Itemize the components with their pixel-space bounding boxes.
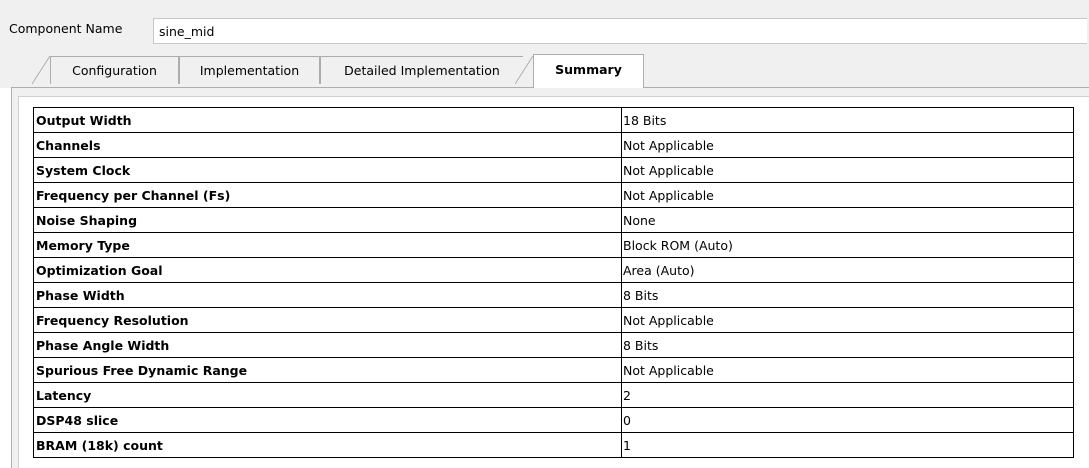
summary-value: 8 Bits <box>621 332 1074 358</box>
summary-key: DSP48 slice <box>33 407 622 433</box>
summary-value: Not Applicable <box>621 307 1074 333</box>
summary-value: 2 <box>621 382 1074 408</box>
table-row: DSP48 slice 0 <box>33 407 1074 433</box>
table-row: Latency 2 <box>33 382 1074 408</box>
summary-key: Channels <box>33 132 622 158</box>
summary-value: Area (Auto) <box>621 257 1074 283</box>
tab-edge-left <box>32 56 50 84</box>
summary-value: 18 Bits <box>621 107 1074 133</box>
tab-summary[interactable]: Summary <box>533 54 644 88</box>
tab-detailed-implementation[interactable]: Detailed Implementation <box>320 56 523 84</box>
table-row: Optimization Goal Area (Auto) <box>33 257 1074 283</box>
summary-value: None <box>621 207 1074 233</box>
summary-value: 8 Bits <box>621 282 1074 308</box>
table-row: Frequency per Channel (Fs) Not Applicabl… <box>33 182 1074 208</box>
component-name-row: Component Name <box>0 0 1089 48</box>
summary-value: Not Applicable <box>621 157 1074 183</box>
summary-key: Frequency per Channel (Fs) <box>33 182 622 208</box>
summary-key: Latency <box>33 382 622 408</box>
summary-value: Block ROM (Auto) <box>621 232 1074 258</box>
summary-value: 1 <box>621 432 1074 458</box>
summary-key: Frequency Resolution <box>33 307 622 333</box>
component-name-input[interactable] <box>153 18 1087 44</box>
table-row: Frequency Resolution Not Applicable <box>33 307 1074 333</box>
summary-key: Phase Angle Width <box>33 332 622 358</box>
summary-value: Not Applicable <box>621 182 1074 208</box>
table-row: Spurious Free Dynamic Range Not Applicab… <box>33 357 1074 383</box>
tab-edge-slant <box>515 56 533 84</box>
table-row: System Clock Not Applicable <box>33 157 1074 183</box>
summary-key: Output Width <box>33 107 622 133</box>
summary-key: Phase Width <box>33 282 622 308</box>
tab-configuration[interactable]: Configuration <box>50 56 179 84</box>
table-row: Memory Type Block ROM (Auto) <box>33 232 1074 258</box>
summary-key: Memory Type <box>33 232 622 258</box>
summary-table: Output Width 18 Bits Channels Not Applic… <box>33 107 1074 458</box>
table-row: Channels Not Applicable <box>33 132 1074 158</box>
component-name-label: Component Name <box>9 21 123 36</box>
table-row: BRAM (18k) count 1 <box>33 432 1074 458</box>
summary-key: BRAM (18k) count <box>33 432 622 458</box>
table-row: Phase Width 8 Bits <box>33 282 1074 308</box>
summary-key: System Clock <box>33 157 622 183</box>
tab-implementation[interactable]: Implementation <box>179 56 320 84</box>
summary-value: 0 <box>621 407 1074 433</box>
summary-value: Not Applicable <box>621 357 1074 383</box>
table-row: Output Width 18 Bits <box>33 107 1074 133</box>
summary-key: Noise Shaping <box>33 207 622 233</box>
table-row: Phase Angle Width 8 Bits <box>33 332 1074 358</box>
summary-key: Spurious Free Dynamic Range <box>33 357 622 383</box>
tab-strip: Configuration Implementation Detailed Im… <box>0 48 1089 88</box>
summary-key: Optimization Goal <box>33 257 622 283</box>
table-row: Noise Shaping None <box>33 207 1074 233</box>
summary-value: Not Applicable <box>621 132 1074 158</box>
